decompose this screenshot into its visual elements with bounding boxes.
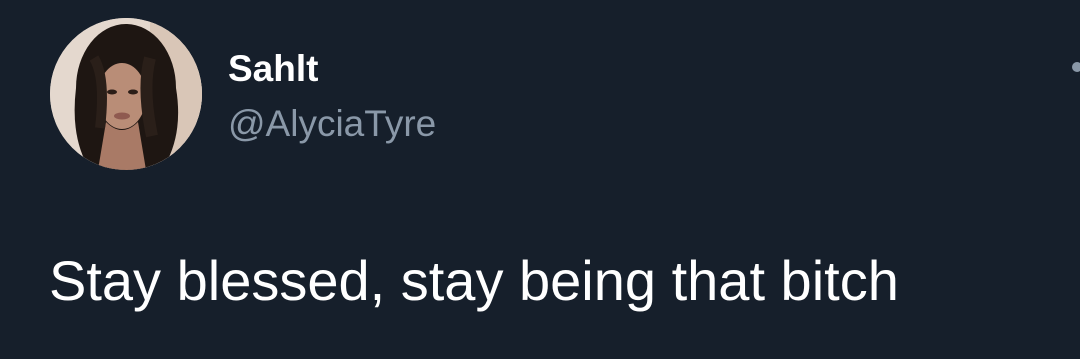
dot-icon — [1072, 62, 1080, 72]
avatar-photo — [50, 18, 202, 170]
user-handle[interactable]: @AlyciaTyre — [228, 102, 436, 146]
tweet-text: Stay blessed, stay being that bitch — [49, 249, 899, 312]
display-name[interactable]: Sahlt — [228, 47, 318, 91]
tweet-card: Sahlt @AlyciaTyre Stay blessed, stay bei… — [0, 0, 1080, 359]
more-options-icon[interactable] — [1066, 60, 1080, 74]
avatar[interactable] — [50, 18, 202, 170]
